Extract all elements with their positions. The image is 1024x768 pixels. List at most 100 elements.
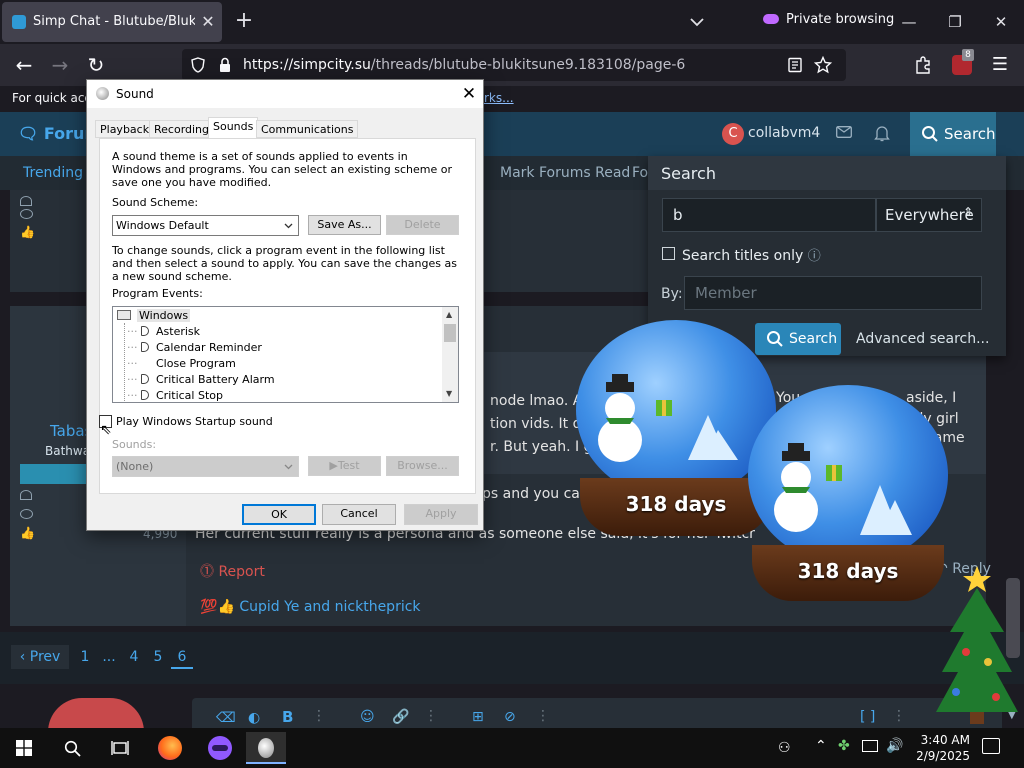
eraser-icon[interactable]: ⌫ bbox=[216, 710, 236, 726]
more-options-icon[interactable]: ⋮ bbox=[312, 708, 326, 724]
action-center-icon[interactable] bbox=[982, 738, 1000, 754]
tab-close-icon[interactable]: ✕ bbox=[198, 12, 218, 32]
windows-taskbar: ⚇ ⌃ ✤ 🔊 3:40 AM 2/9/2025 bbox=[0, 728, 1024, 768]
delete-button[interactable]: Delete bbox=[386, 215, 459, 235]
event-calendar-reminder[interactable]: ··· Calendar Reminder bbox=[127, 340, 262, 356]
chevron-down-icon bbox=[284, 223, 293, 229]
pager-prev-button[interactable]: ‹ Prev bbox=[11, 645, 69, 669]
sound-file-value: (None) bbox=[116, 460, 154, 473]
notice-link[interactable]: rks... bbox=[484, 91, 514, 105]
reader-view-icon[interactable] bbox=[787, 57, 803, 73]
new-tab-icon[interactable]: + bbox=[232, 10, 256, 34]
pager-prev-label: Prev bbox=[29, 649, 61, 665]
events-scrollbar[interactable]: ▲ ▼ bbox=[442, 307, 458, 402]
scroll-up-icon[interactable]: ▲ bbox=[446, 310, 452, 319]
list-all-tabs-icon[interactable] bbox=[686, 12, 708, 32]
reload-icon[interactable]: ↻ bbox=[84, 53, 108, 77]
search-scope-select[interactable]: Everywhere ⇕ bbox=[876, 198, 982, 232]
search-titles-only-checkbox[interactable] bbox=[662, 247, 675, 260]
nav-fo[interactable]: Fo bbox=[632, 165, 648, 181]
user-name[interactable]: collabvm4 bbox=[748, 125, 820, 141]
search-input[interactable]: b bbox=[662, 198, 876, 232]
table-icon[interactable]: ⊞ bbox=[472, 709, 484, 725]
tab-strip: Simp Chat - Blutube/Blukitsune ✕ + Priva… bbox=[0, 0, 1024, 44]
pager-page-1[interactable]: 1 bbox=[76, 645, 94, 669]
ok-button[interactable]: OK bbox=[242, 504, 316, 525]
bookmark-star-icon[interactable] bbox=[814, 56, 832, 74]
event-critical-stop[interactable]: ··· Critical Stop bbox=[127, 388, 223, 402]
search-member-input[interactable]: Member bbox=[684, 276, 982, 310]
speaker-icon bbox=[141, 326, 149, 336]
people-icon[interactable]: ⚇ bbox=[778, 740, 791, 756]
test-button[interactable]: ▶Test bbox=[308, 456, 381, 476]
hide-content-icon[interactable]: ⊘ bbox=[504, 709, 516, 725]
play-triangle-icon: ▶ bbox=[329, 459, 338, 472]
volume-icon[interactable]: 🔊 bbox=[886, 738, 903, 754]
nav-mark-forums-read[interactable]: Mark Forums Read bbox=[500, 165, 630, 181]
scroll-down-icon[interactable]: ▼ bbox=[446, 389, 452, 398]
cancel-button[interactable]: Cancel bbox=[322, 504, 396, 525]
user-avatar[interactable]: C bbox=[722, 123, 744, 145]
event-critical-battery-alarm[interactable]: ··· Critical Battery Alarm bbox=[127, 372, 275, 388]
taskbar-firefox[interactable] bbox=[150, 732, 190, 764]
event-asterisk[interactable]: ··· Asterisk bbox=[127, 324, 200, 340]
save-as-button[interactable]: Save As... bbox=[308, 215, 381, 235]
forward-icon[interactable]: → bbox=[48, 53, 72, 77]
menu-hamburger-icon[interactable]: ☰ bbox=[988, 53, 1012, 77]
tab-playback[interactable]: Playback bbox=[95, 120, 155, 138]
sound-scheme-select[interactable]: Windows Default bbox=[112, 215, 299, 236]
network-icon[interactable] bbox=[862, 740, 878, 752]
report-link[interactable]: ⓵ Report bbox=[200, 561, 265, 581]
browse-button[interactable]: Browse... bbox=[386, 456, 459, 476]
more-options-icon[interactable]: ⋮ bbox=[536, 708, 550, 724]
sound-file-select[interactable]: (None) bbox=[112, 456, 299, 477]
nav-trending[interactable]: Trending bbox=[23, 165, 83, 181]
help-question-icon[interactable]: ⓘ bbox=[808, 249, 821, 264]
ublock-extension-icon[interactable]: 8 bbox=[952, 49, 974, 75]
palette-icon[interactable]: ◐ bbox=[248, 710, 260, 726]
back-icon[interactable]: ← bbox=[12, 53, 36, 77]
dialog-close-icon[interactable]: ✕ bbox=[457, 82, 481, 106]
taskbar-sound-settings[interactable] bbox=[246, 732, 286, 764]
link-icon[interactable]: 🔗 bbox=[392, 709, 409, 725]
taskbar-search-button[interactable] bbox=[52, 732, 92, 764]
taskbar-clock[interactable]: 3:40 AM 2/9/2025 bbox=[906, 732, 970, 764]
search-by-label: By: bbox=[661, 286, 683, 302]
more-options-icon[interactable]: ⋮ bbox=[424, 708, 438, 724]
inbox-envelope-icon[interactable] bbox=[836, 126, 852, 138]
toggle-bbcode-icon[interactable]: [ ] bbox=[860, 709, 875, 725]
bold-icon[interactable]: B bbox=[282, 708, 293, 726]
taskbar-firefox-private[interactable] bbox=[200, 732, 240, 764]
emoji-icon[interactable]: ☺ bbox=[360, 709, 375, 725]
advanced-search-link[interactable]: Advanced search... bbox=[856, 331, 989, 347]
start-button[interactable] bbox=[4, 732, 44, 764]
events-scrollbar-thumb[interactable] bbox=[444, 324, 456, 342]
tab-simp-chat[interactable]: Simp Chat - Blutube/Blukitsune ✕ bbox=[2, 2, 222, 42]
header-search-button[interactable]: Search bbox=[910, 112, 996, 156]
event-group-windows[interactable]: Windows bbox=[117, 308, 191, 324]
reactions-bar[interactable]: 💯👍 Cupid Ye and nicktheprick bbox=[200, 599, 421, 615]
pager-page-4[interactable]: 4 bbox=[125, 645, 143, 669]
program-events-list[interactable]: Windows ··· Asterisk ··· Calendar Remind… bbox=[112, 306, 459, 403]
address-bar[interactable]: https://simpcity.su/threads/blutube-bluk… bbox=[182, 49, 846, 81]
tab-sounds[interactable]: Sounds bbox=[208, 117, 259, 139]
event-close-program[interactable]: ··· Close Program bbox=[127, 356, 236, 372]
tracking-shield-icon[interactable] bbox=[190, 57, 206, 73]
tab-communications[interactable]: Communications bbox=[256, 120, 359, 138]
tray-app-icon[interactable]: ✤ bbox=[838, 738, 850, 754]
pager-page-current[interactable]: 6 bbox=[171, 645, 193, 669]
pager-ellipsis[interactable]: ... bbox=[100, 645, 118, 669]
task-view-button[interactable] bbox=[100, 732, 140, 764]
notifications-bell-icon[interactable] bbox=[874, 124, 890, 142]
minimize-icon[interactable]: — bbox=[897, 10, 921, 34]
window-close-icon[interactable]: ✕ bbox=[989, 10, 1013, 34]
show-hidden-icons-icon[interactable]: ⌃ bbox=[815, 738, 827, 754]
more-options-icon[interactable]: ⋮ bbox=[892, 708, 906, 724]
restore-icon[interactable]: ❐ bbox=[943, 10, 967, 34]
reactions-users: Cupid Ye and nicktheprick bbox=[239, 599, 421, 615]
pager-page-5[interactable]: 5 bbox=[149, 645, 167, 669]
apply-button[interactable]: Apply bbox=[404, 504, 478, 525]
extensions-puzzle-icon[interactable] bbox=[914, 56, 932, 74]
tab-recording[interactable]: Recording bbox=[149, 120, 215, 138]
lock-icon[interactable] bbox=[218, 57, 232, 73]
